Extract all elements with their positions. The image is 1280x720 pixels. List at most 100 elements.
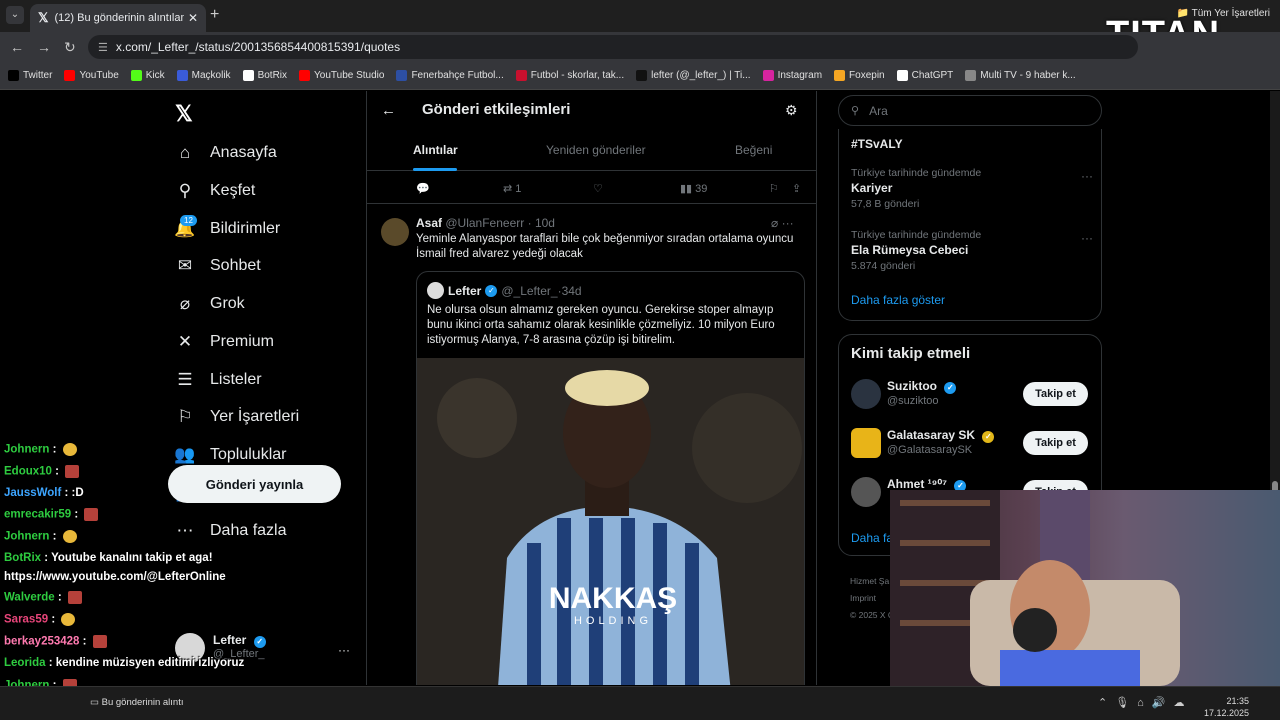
reply-icon[interactable]: 💬 <box>416 182 430 195</box>
chat-username: emrecakir59 <box>4 508 72 521</box>
bookmark-label: Twitter <box>23 70 53 81</box>
bookmark-item[interactable]: BotRix <box>242 70 287 81</box>
follow-button[interactable]: Takip et <box>1023 382 1088 406</box>
post-time[interactable]: 10d <box>535 216 555 230</box>
nav-item-5[interactable]: ✕ Premium <box>174 332 274 352</box>
browser-tab-active[interactable]: 𝕏 (12) Bu gönderinin alıntılamaları ✕ <box>30 4 206 32</box>
bookmark-icon: ⚐ <box>177 407 193 426</box>
tv-icon <box>965 70 977 81</box>
verified-gold-badge-icon: ✓ <box>982 431 995 443</box>
bookmark-item[interactable]: Foxepin <box>834 70 885 81</box>
mackolik-icon <box>176 70 188 81</box>
footer-link[interactable]: Imprint <box>850 590 894 607</box>
more-dots-icon[interactable]: ··· <box>1081 231 1093 245</box>
bookmark-item[interactable]: Maçkolik <box>176 70 231 81</box>
clock-date: 17.12.2025 <box>1204 708 1250 718</box>
foxepin-icon <box>834 70 846 81</box>
x-logo-icon[interactable]: 𝕏 <box>175 101 193 127</box>
taskbar-app-button[interactable]: ▭ Bu gönderinin alıntı <box>90 697 184 708</box>
chat-username: BotRix <box>4 552 42 564</box>
follow-button[interactable]: Takip et <box>1023 431 1088 455</box>
new-tab-button[interactable]: + <box>210 6 219 24</box>
galatasaray-logo-icon <box>851 428 881 458</box>
site-info-icon[interactable]: ☰ <box>98 41 108 54</box>
nav-item-3[interactable]: ✉ Sohbet <box>174 256 261 276</box>
bookmark-item[interactable]: Twitter <box>8 70 52 81</box>
chat-message: https://www.youtube.com/@LefterOnline <box>4 571 226 583</box>
search-input[interactable]: ⚲ Ara <box>838 95 1102 126</box>
quoted-post[interactable]: Lefter ✓ @_Lefter_ · 34d Ne olursa olsun… <box>416 271 805 685</box>
share-icon[interactable]: ⇪ <box>792 182 801 195</box>
bookmark-item[interactable]: ChatGPT <box>896 70 953 81</box>
forward-icon[interactable]: → <box>37 39 51 55</box>
tab-quotes[interactable]: Alıntılar <box>413 143 458 157</box>
show-more-link[interactable]: Daha fa <box>851 531 893 545</box>
avatar[interactable] <box>381 218 409 246</box>
nav-item-label: Premium <box>210 333 275 350</box>
tab-search-button[interactable]: ⌄ <box>6 6 24 24</box>
nav-item-4[interactable]: ⌀ Grok <box>174 294 245 314</box>
more-dots-icon[interactable]: ··· <box>1081 169 1093 183</box>
trend-item[interactable]: #TSvALY <box>851 135 903 151</box>
all-bookmarks-button[interactable]: 📁 Tüm Yer İşaretleri <box>1177 8 1270 19</box>
nav-item-label: Anasayfa <box>210 144 277 161</box>
bookmark-label: Kick <box>145 70 165 81</box>
grok-icon[interactable]: ⌀ <box>771 216 778 230</box>
taskbar-clock[interactable]: 21:35 17.12.2025 <box>1204 695 1249 719</box>
back-arrow-icon[interactable]: ← <box>381 102 396 119</box>
bookmark-item[interactable]: Fenerbahçe Futbol... <box>396 70 504 81</box>
quoted-post-photo[interactable]: NAKKAŞ HOLDING <box>417 358 804 685</box>
verified-badge-icon: ✓ <box>944 382 957 394</box>
quoted-post-time: 34d <box>561 283 582 298</box>
chat-emote-icon <box>62 530 77 543</box>
bookmark-label: Foxepin <box>849 70 885 81</box>
bookmark-item[interactable]: Multi TV - 9 haber k... <box>965 70 1076 81</box>
suggestion-name: Suziktoo <box>887 379 937 393</box>
suggestion-handle: @suziktoo <box>887 395 939 407</box>
system-tray[interactable]: ⌃🎙⌂🔊☁ <box>1098 696 1193 709</box>
bookmark-item[interactable]: Instagram <box>762 70 822 81</box>
show-more-link[interactable]: Daha fazla göster <box>851 293 945 307</box>
bookmark-label: Maçkolik <box>191 70 231 81</box>
post-author-handle[interactable]: @UlanFeneerr <box>445 216 524 230</box>
trend-item[interactable]: Türkiye tarihinde gündemde Ela Rümeysa C… <box>851 229 981 272</box>
nav-item-7[interactable]: ⚐ Yer İşaretleri <box>174 407 299 427</box>
trend-item[interactable]: Türkiye tarihinde gündemde Kariyer 57,8 … <box>851 167 981 210</box>
nav-item-1[interactable]: ⚲ Keşfet <box>174 181 256 201</box>
bookmark-item[interactable]: lefter (@_lefter_) | Ti... <box>636 70 751 81</box>
trends-panel: #TSvALY Türkiye tarihinde gündemde Kariy… <box>838 129 1102 321</box>
trend-context: Türkiye tarihinde gündemde <box>851 229 982 241</box>
like-icon[interactable]: ♡ <box>593 182 603 195</box>
url-input[interactable]: ☰ x.com/_Lefter_/status/2001356854400815… <box>88 35 1138 59</box>
chat-username: Saras59 <box>4 613 49 626</box>
trend-title: #TSvALY <box>851 137 903 151</box>
post-header: Asaf @UlanFeneerr · 10d <box>416 216 555 230</box>
nav-item-label: Yer İşaretleri <box>210 408 300 425</box>
bookmark-icon[interactable]: ⚐ <box>769 182 779 195</box>
shirt-sponsor-sub: HOLDING <box>574 615 652 627</box>
nav-item-0[interactable]: ⌂ Anasayfa <box>174 143 277 163</box>
bookmark-item[interactable]: Futbol - skorlar, tak... <box>515 70 624 81</box>
chat-message: emrecakir59 : <box>4 508 99 521</box>
flashscore-icon <box>515 70 527 81</box>
filter-settings-icon[interactable]: ⚙ <box>785 102 798 119</box>
reload-icon[interactable]: ↻ <box>64 39 76 56</box>
bookmark-item[interactable]: Kick <box>130 70 165 81</box>
footer-link[interactable]: Hizmet Şa <box>850 573 894 590</box>
search-icon: ⚲ <box>851 105 860 117</box>
bookmark-label: YouTube <box>79 70 119 81</box>
bookmark-item[interactable]: YouTube Studio <box>299 70 384 81</box>
bookmark-label: Fenerbahçe Futbol... <box>411 70 504 81</box>
repost-button[interactable]: ⇄ 1 <box>503 182 521 195</box>
nav-item-6[interactable]: ☰ Listeler <box>174 370 261 390</box>
back-icon[interactable]: ← <box>10 39 24 55</box>
tab-likes[interactable]: Beğeni <box>735 143 772 157</box>
tab-reposts[interactable]: Yeniden gönderiler <box>546 143 646 157</box>
trend-context: Türkiye tarihinde gündemde <box>851 167 982 179</box>
close-tab-icon[interactable]: ✕ <box>188 11 198 25</box>
more-dots-icon[interactable]: ··· <box>782 216 794 230</box>
views-button[interactable]: ▮▮ 39 <box>680 182 707 195</box>
bookmark-item[interactable]: YouTube <box>64 70 119 81</box>
post-author-name[interactable]: Asaf <box>416 216 442 230</box>
youtube-icon <box>64 70 76 81</box>
